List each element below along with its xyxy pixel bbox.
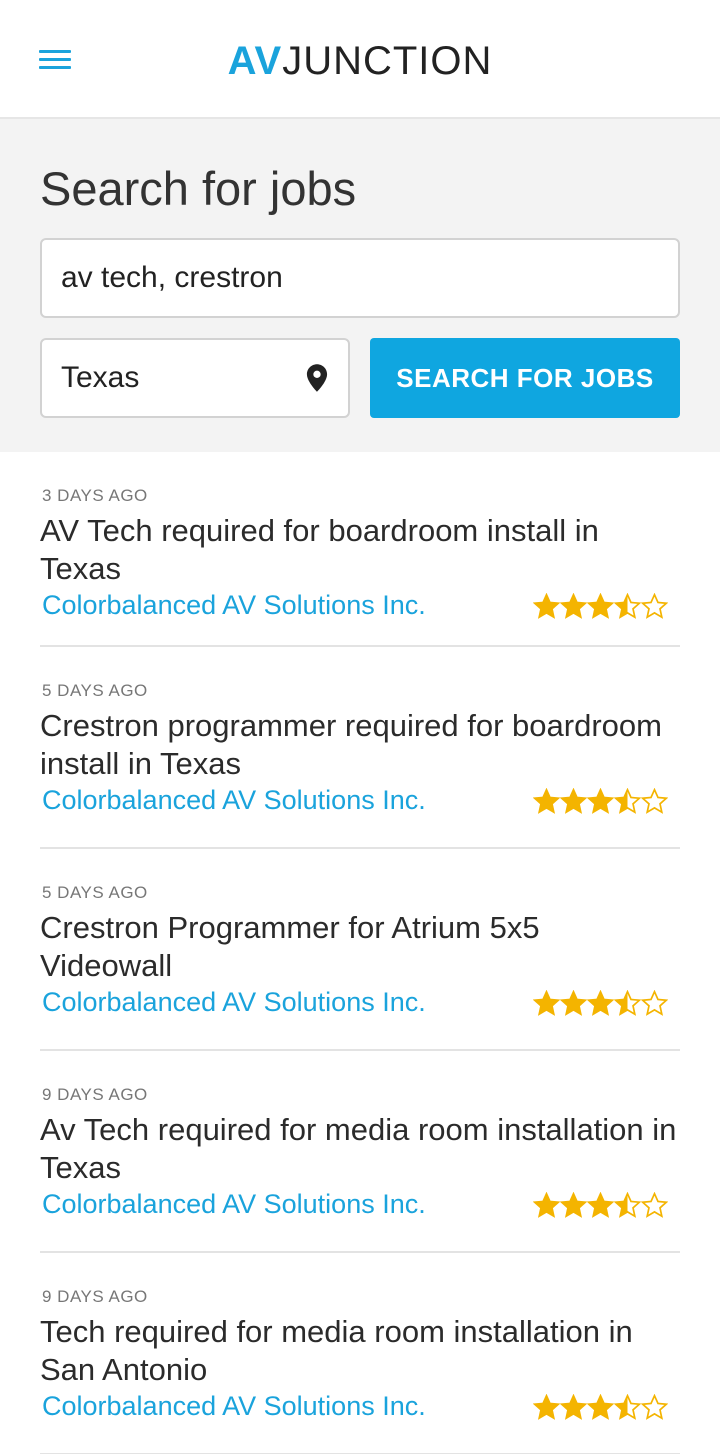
star-full-icon [559, 592, 588, 619]
company-rating [532, 590, 669, 620]
star-full-icon [559, 1393, 588, 1420]
star-half-icon [613, 592, 642, 619]
location-field[interactable] [40, 338, 350, 418]
company-rating [532, 1189, 669, 1219]
star-full-icon [586, 1393, 615, 1420]
company-link[interactable]: Colorbalanced AV Solutions Inc. [42, 987, 426, 1018]
star-full-icon [586, 787, 615, 814]
star-half-icon [613, 989, 642, 1016]
job-listing[interactable]: 9 DAYS AGO Tech required for media room i… [40, 1253, 680, 1454]
company-link[interactable]: Colorbalanced AV Solutions Inc. [42, 785, 426, 816]
star-full-icon [559, 989, 588, 1016]
job-title-link[interactable]: Crestron Programmer for Atrium 5x5 Video… [40, 909, 680, 985]
job-listing[interactable]: 9 DAYS AGO Av Tech required for media roo… [40, 1051, 680, 1253]
star-empty-icon [640, 592, 669, 619]
search-panel: Search for jobs SEARCH FOR JOBS [0, 119, 720, 452]
job-title-link[interactable]: Crestron programmer required for boardro… [40, 707, 680, 783]
star-empty-icon [640, 1191, 669, 1218]
star-full-icon [559, 1191, 588, 1218]
star-half-icon [613, 787, 642, 814]
company-rating [532, 785, 669, 815]
job-list: 3 DAYS AGO AV Tech required for boardroom… [0, 452, 720, 1454]
star-full-icon [532, 592, 561, 619]
location-pin-icon [306, 364, 328, 392]
star-full-icon [586, 989, 615, 1016]
star-full-icon [586, 592, 615, 619]
star-half-icon [613, 1191, 642, 1218]
page-title: Search for jobs [40, 162, 357, 215]
job-listing[interactable]: 5 DAYS AGO Crestron Programmer for Atrium… [40, 849, 680, 1051]
star-full-icon [586, 1191, 615, 1218]
star-empty-icon [640, 989, 669, 1016]
company-link[interactable]: Colorbalanced AV Solutions Inc. [42, 1391, 426, 1422]
job-title-link[interactable]: Tech required for media room installatio… [40, 1313, 680, 1389]
job-posted-age: 5 DAYS AGO [42, 681, 148, 700]
company-link[interactable]: Colorbalanced AV Solutions Inc. [42, 590, 426, 621]
job-title-link[interactable]: AV Tech required for boardroom install i… [40, 512, 680, 588]
job-listing[interactable]: 3 DAYS AGO AV Tech required for boardroom… [40, 452, 680, 647]
star-full-icon [532, 989, 561, 1016]
job-posted-age: 3 DAYS AGO [42, 486, 148, 505]
company-rating [532, 987, 669, 1017]
company-rating [532, 1391, 669, 1421]
job-posted-age: 5 DAYS AGO [42, 883, 148, 902]
company-link[interactable]: Colorbalanced AV Solutions Inc. [42, 1189, 426, 1220]
av-junction-logo[interactable]: AVJUNCTION [0, 38, 720, 84]
star-full-icon [559, 787, 588, 814]
star-full-icon [532, 1393, 561, 1420]
job-title-link[interactable]: Av Tech required for media room installa… [40, 1111, 680, 1187]
app-header: AVJUNCTION [0, 0, 720, 119]
job-posted-age: 9 DAYS AGO [42, 1085, 148, 1104]
job-posted-age: 9 DAYS AGO [42, 1287, 148, 1306]
location-input[interactable] [42, 340, 292, 416]
job-listing[interactable]: 5 DAYS AGO Crestron programmer required f… [40, 647, 680, 849]
star-half-icon [613, 1393, 642, 1420]
keyword-input[interactable] [40, 238, 680, 318]
star-full-icon [532, 1191, 561, 1218]
star-empty-icon [640, 787, 669, 814]
star-empty-icon [640, 1393, 669, 1420]
search-for-jobs-button[interactable]: SEARCH FOR JOBS [370, 338, 680, 418]
star-full-icon [532, 787, 561, 814]
